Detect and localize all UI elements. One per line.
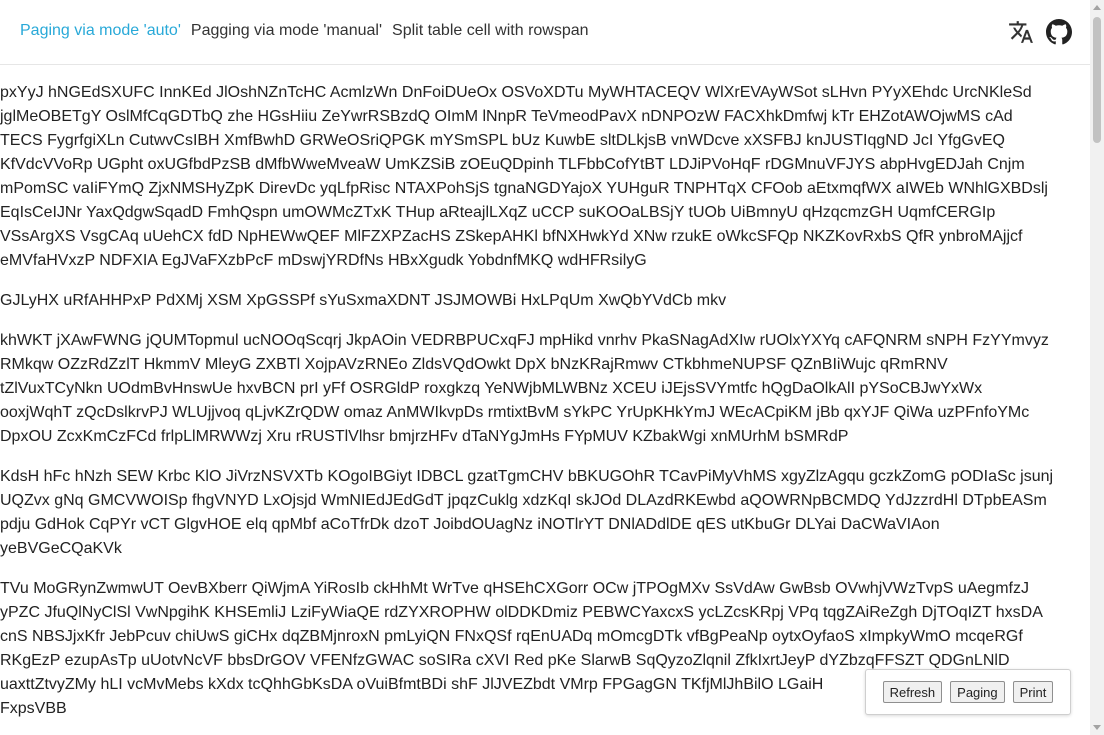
text-line: mPomSC vaIiFYmQ ZjxNMSHyZpK DirevDc yqLf… — [0, 180, 1048, 197]
refresh-button[interactable]: Refresh — [882, 681, 943, 703]
text-line: khWKT jXAwFWNG jQUMTopmul ucNOOqScqrj Jk… — [0, 332, 1049, 349]
scroll-up-arrow-icon[interactable] — [1093, 5, 1101, 10]
text-line: cnS NBSJjxKfr JebPcuv chiUwS giCHx dqZBM… — [0, 628, 1023, 645]
nav-links: Paging via mode 'auto' Pagging via mode … — [20, 22, 589, 40]
scrollbar-thumb[interactable] — [1093, 17, 1101, 143]
scroll-down-arrow-icon[interactable] — [1093, 725, 1101, 730]
document-content: pxYyJ hNGEdSXUFC InnKEd JlOshNZnTcHC Acm… — [0, 65, 1090, 735]
text-line: tZlVuxTCyNkn UOdmBvHnswUe hxvBCN prI yFf… — [0, 380, 983, 397]
text-line: KdsH hFc hNzh SEW Krbc KlO JiVrzNSVXTb K… — [0, 468, 1054, 485]
text-line: EqIsCeIJNr YaxQdgwSqadD FmhQspn umOWMcZT… — [0, 204, 996, 221]
text-line: yPZC JfuQlNyClSl VwNpgihK KHSEmliJ LziFy… — [0, 604, 1043, 621]
nav-link-paging-manual[interactable]: Pagging via mode 'manual' — [191, 22, 382, 40]
text-line: GJLyHX uRfAHHPxP PdXMj XSM XpGSSPf sYuSx… — [0, 292, 727, 309]
nav-link-paging-auto[interactable]: Paging via mode 'auto' — [20, 22, 181, 40]
text-line: TVu MoGRynZwmwUT OevBXberr QiWjmA YiRosI… — [0, 580, 1029, 597]
text-line: UQZvx gNq GMCVWOISp fhgVNYD LxOjsjd WmNI… — [0, 492, 1047, 509]
text-line: jglMeOBETgY OslMfCqGDTbQ zhe HGsHiiu ZeY… — [0, 108, 1013, 125]
paragraph: GJLyHX uRfAHHPxP PdXMj XSM XpGSSPf sYuSx… — [0, 289, 1090, 313]
paragraph: pxYyJ hNGEdSXUFC InnKEd JlOshNZnTcHC Acm… — [0, 81, 1090, 273]
text-line: TECS FygrfgiXLn CutwvCsIBH XmfBwhD GRWeO… — [0, 132, 1005, 149]
text-line: yeBVGeCQaKVk — [0, 540, 122, 557]
text-line: eMVfaHVxzP NDFXIA EgJVaFXzbPcF mDswjYRDf… — [0, 252, 647, 269]
vertical-scrollbar[interactable] — [1090, 0, 1104, 735]
text-line: pdju GdHok CqPYr vCT GlgvHOE elq qpMbf a… — [0, 516, 940, 533]
header-icons — [1008, 19, 1072, 45]
floating-toolbar: Refresh Paging Print — [865, 669, 1071, 715]
top-navigation-bar: Paging via mode 'auto' Pagging via mode … — [0, 0, 1090, 65]
text-line: VSsArgXS VsgCAq uUehCX fdD NpHEWwQEF MlF… — [0, 228, 1023, 245]
text-line: ooxjWqhT zQcDslkrvPJ WLUjjvoq qLjvKZrQDW… — [0, 404, 1030, 421]
translate-icon[interactable] — [1008, 19, 1034, 45]
text-line: pxYyJ hNGEdSXUFC InnKEd JlOshNZnTcHC Acm… — [0, 84, 1032, 101]
paragraph: khWKT jXAwFWNG jQUMTopmul ucNOOqScqrj Jk… — [0, 329, 1090, 449]
paragraph: KdsH hFc hNzh SEW Krbc KlO JiVrzNSVXTb K… — [0, 465, 1090, 561]
text-line: KfVdcVVoRp UGpht oxUGfbdPzSB dMfbWweMvea… — [0, 156, 1025, 173]
nav-link-split-table-cell[interactable]: Split table cell with rowspan — [392, 22, 589, 40]
text-line: DpxOU ZcxKmCzFCd frlpLlMRWWzj Xru rRUSTl… — [0, 428, 849, 445]
text-line: RMkqw OZzRdZzlT HkmmV MleyG ZXBTl XojpAV… — [0, 356, 948, 373]
github-icon[interactable] — [1046, 19, 1072, 45]
paging-button[interactable]: Paging — [950, 681, 1005, 703]
print-button[interactable]: Print — [1012, 681, 1054, 703]
